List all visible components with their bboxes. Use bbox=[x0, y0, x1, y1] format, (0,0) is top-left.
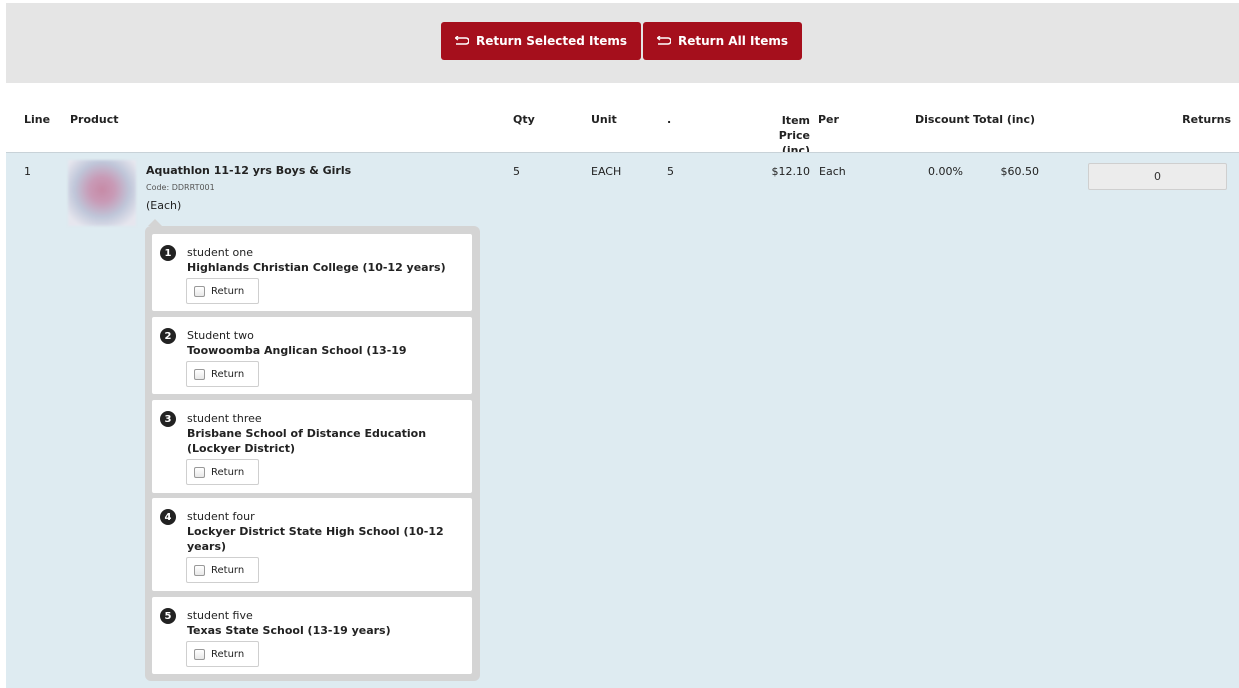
column-header-qty: Qty bbox=[513, 113, 535, 126]
return-toolbar: Return Selected Items Return All Items bbox=[6, 3, 1239, 83]
row-unit: EACH bbox=[591, 165, 622, 178]
return-checkbox-button[interactable]: Return bbox=[186, 278, 259, 304]
row-discount: 0.00% bbox=[928, 165, 963, 178]
return-checkbox-label: Return bbox=[211, 368, 245, 380]
return-all-items-label: Return All Items bbox=[678, 34, 788, 48]
attendee-number-badge: 4 bbox=[160, 509, 176, 525]
popover-arrow bbox=[148, 219, 162, 226]
return-checkbox[interactable] bbox=[194, 648, 205, 660]
attendee-school: Texas State School (13-19 years) bbox=[187, 623, 447, 638]
returns-quantity-input[interactable] bbox=[1088, 163, 1227, 190]
attendee-number-badge: 3 bbox=[160, 411, 176, 427]
column-header-per: Per bbox=[818, 113, 839, 126]
item-price-header-line1: Item Price bbox=[778, 114, 810, 142]
column-header-line: Line bbox=[24, 113, 51, 126]
row-item-price: $12.10 bbox=[771, 165, 811, 178]
attendee-number-badge: 5 bbox=[160, 608, 176, 624]
column-header-product: Product bbox=[70, 113, 119, 126]
return-checkbox-label: Return bbox=[211, 466, 245, 478]
return-checkbox-label: Return bbox=[211, 648, 245, 660]
return-checkbox-button[interactable]: Return bbox=[186, 641, 259, 667]
return-selected-items-label: Return Selected Items bbox=[475, 34, 628, 48]
attendee-name: Student two bbox=[187, 329, 254, 342]
row-dot-value: 5 bbox=[667, 165, 674, 178]
attendee-name: student four bbox=[187, 510, 255, 523]
attendee-number-badge: 2 bbox=[160, 328, 176, 344]
return-checkbox[interactable] bbox=[194, 368, 205, 380]
return-checkbox[interactable] bbox=[194, 466, 205, 478]
product-variant: (Each) bbox=[146, 199, 182, 212]
attendee-name: student five bbox=[187, 609, 253, 622]
column-header-unit: Unit bbox=[591, 113, 617, 126]
attendee-name: student one bbox=[187, 246, 254, 259]
column-header-returns: Returns bbox=[1182, 113, 1231, 126]
attendee-school: Highlands Christian College (10-12 years… bbox=[187, 260, 447, 275]
product-code: Code: DDRRT001 bbox=[146, 183, 215, 192]
return-checkbox[interactable] bbox=[194, 285, 205, 297]
return-checkbox-label: Return bbox=[211, 285, 245, 297]
attendee-name: student three bbox=[187, 412, 262, 425]
return-all-items-button[interactable]: Return All Items bbox=[643, 22, 802, 60]
attendee-school-line1: Lockyer District State High School (10-1… bbox=[187, 525, 444, 538]
row-qty: 5 bbox=[513, 165, 520, 178]
return-checkbox-button[interactable]: Return bbox=[186, 557, 259, 583]
attendee-school-line1: Texas State School (13-19 years) bbox=[187, 624, 391, 637]
return-arrow-icon bbox=[657, 36, 671, 46]
attendee-number-badge: 1 bbox=[160, 245, 176, 261]
return-checkbox-label: Return bbox=[211, 564, 245, 576]
product-thumbnail bbox=[68, 160, 136, 226]
return-selected-items-button[interactable]: Return Selected Items bbox=[441, 22, 641, 60]
row-line-number: 1 bbox=[24, 165, 31, 178]
return-checkbox-button[interactable]: Return bbox=[186, 361, 259, 387]
column-header-dot: . bbox=[667, 113, 672, 126]
product-name: Aquathlon 11-12 yrs Boys & Girls bbox=[146, 164, 352, 177]
row-per: Each bbox=[819, 165, 846, 178]
attendee-school: Lockyer District State High School (10-1… bbox=[187, 524, 447, 554]
attendee-school-line2: years) bbox=[187, 540, 227, 553]
return-checkbox[interactable] bbox=[194, 564, 205, 576]
attendee-school-line2: (Lockyer District) bbox=[187, 442, 296, 455]
attendee-school: Brisbane School of Distance Education (L… bbox=[187, 426, 447, 456]
column-header-total: Total (inc) bbox=[973, 113, 1036, 126]
row-total: $60.50 bbox=[1000, 165, 1040, 178]
column-header-discount: Discount bbox=[915, 113, 970, 126]
attendee-school-line1: Brisbane School of Distance Education bbox=[187, 427, 427, 440]
return-checkbox-button[interactable]: Return bbox=[186, 459, 259, 485]
attendee-school-line1: Highlands Christian College (10-12 years… bbox=[187, 261, 446, 274]
return-arrow-icon bbox=[454, 36, 469, 46]
